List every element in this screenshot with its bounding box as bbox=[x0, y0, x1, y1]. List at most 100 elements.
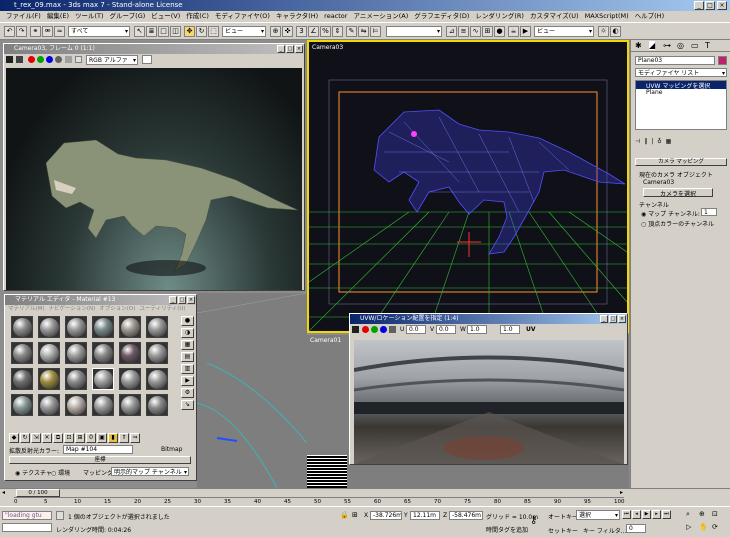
next-frame-icon[interactable]: ▸ bbox=[652, 510, 661, 519]
show-map-icon[interactable]: ▣ bbox=[97, 433, 107, 443]
get-material-icon[interactable]: ◆ bbox=[9, 433, 19, 443]
maximize-button[interactable]: □ bbox=[705, 1, 715, 10]
render-type-combo[interactable]: ビュー bbox=[534, 26, 594, 37]
sample-type-icon[interactable]: ● bbox=[181, 316, 194, 326]
left-viewport[interactable] bbox=[197, 293, 307, 488]
key-filter-button[interactable]: キー フィルタ... bbox=[583, 526, 627, 535]
uvw-red-icon[interactable] bbox=[362, 326, 369, 333]
w-field[interactable]: 1.0 bbox=[467, 325, 487, 334]
preview-icon[interactable]: ▶ bbox=[181, 376, 194, 386]
lock-selection-icon[interactable]: 🔒 bbox=[340, 511, 349, 519]
go-to-start-icon[interactable]: ⏮ bbox=[622, 510, 631, 519]
sample-slot[interactable] bbox=[146, 342, 168, 364]
select-icon[interactable]: ↖ bbox=[134, 26, 145, 37]
time-slider[interactable]: 0 / 100 bbox=[16, 489, 60, 497]
add-time-tag[interactable]: 時間タグを追加 bbox=[486, 525, 528, 534]
clone-icon[interactable] bbox=[16, 56, 23, 63]
uvw-green-icon[interactable] bbox=[371, 326, 378, 333]
channel-select[interactable]: RGB アルファ bbox=[86, 55, 138, 65]
material-menu-item[interactable]: ユーティリティ(U) bbox=[139, 305, 185, 314]
sample-slot[interactable] bbox=[38, 368, 60, 390]
rect-select-icon[interactable]: □ bbox=[158, 26, 169, 37]
make-copy-icon[interactable]: ⧉ bbox=[53, 433, 63, 443]
activeshade-icon[interactable]: ◐ bbox=[610, 26, 621, 37]
frame-window-title-bar[interactable]: Camera03, フレーム 0 (1:1) _ □ × bbox=[4, 44, 304, 54]
modify-tab-icon[interactable]: ◢ bbox=[649, 41, 656, 50]
mirror-icon[interactable]: ⇋ bbox=[358, 26, 369, 37]
pan-icon[interactable]: ✋ bbox=[699, 523, 711, 534]
uvw-alpha-icon[interactable] bbox=[389, 326, 396, 333]
sample-slot[interactable] bbox=[146, 394, 168, 416]
named-selection-icon[interactable]: ✎ bbox=[346, 26, 357, 37]
uvw-save-icon[interactable] bbox=[352, 326, 359, 333]
frame-close-button[interactable]: × bbox=[295, 45, 303, 53]
uvw-close-button[interactable]: × bbox=[618, 315, 626, 323]
material-effects-icon[interactable]: 0 bbox=[86, 433, 96, 443]
sample-slot[interactable] bbox=[38, 394, 60, 416]
assign-material-icon[interactable]: ⇲ bbox=[31, 433, 41, 443]
select-by-material-icon[interactable]: ⇘ bbox=[181, 400, 194, 410]
scale-icon[interactable]: ⬚ bbox=[208, 26, 219, 37]
object-color-swatch[interactable] bbox=[718, 56, 727, 65]
menu-item[interactable]: カスタマイズ(U) bbox=[530, 11, 579, 22]
sample-slot[interactable] bbox=[11, 368, 33, 390]
sample-slot[interactable] bbox=[92, 342, 114, 364]
y-coord-field[interactable]: 12.11m bbox=[410, 511, 440, 520]
uv-tiling-icon[interactable]: ▤ bbox=[181, 352, 194, 362]
make-unique-stack-icon[interactable]: | bbox=[651, 138, 653, 148]
time-slider-left-arrow[interactable]: ◂ bbox=[2, 489, 5, 496]
uvw-blue-icon[interactable] bbox=[380, 326, 387, 333]
percent-snap-icon[interactable]: % bbox=[320, 26, 331, 37]
rotate-icon[interactable]: ↻ bbox=[196, 26, 207, 37]
uvw-minimize-button[interactable]: _ bbox=[600, 315, 608, 323]
material-menu-item[interactable]: オプション(O) bbox=[99, 305, 135, 314]
configure-sets-icon[interactable]: ▦ bbox=[666, 138, 672, 148]
move-icon[interactable]: ✥ bbox=[184, 26, 195, 37]
named-selection-sets[interactable] bbox=[386, 26, 442, 37]
fov-icon[interactable]: ▷ bbox=[686, 523, 698, 534]
clear-icon[interactable] bbox=[75, 56, 82, 63]
pin-stack-icon[interactable]: ⊣ bbox=[635, 138, 640, 148]
schematic-view-icon[interactable]: ⊞ bbox=[482, 26, 493, 37]
orbit-icon[interactable]: ⟳ bbox=[712, 523, 724, 534]
uvw-window[interactable]: UVW/ロケーション配置を指定 (1:4) _ □ × U 0.0 V 0.0 W … bbox=[349, 313, 628, 465]
manipulate-icon[interactable]: ✜ bbox=[282, 26, 293, 37]
menu-item[interactable]: ヘルプ(H) bbox=[635, 11, 664, 22]
auto-key-label[interactable]: オートキー bbox=[548, 512, 578, 521]
uvw-window-title-bar[interactable]: UVW/ロケーション配置を指定 (1:4) _ □ × bbox=[350, 314, 627, 324]
material-editor-window[interactable]: マテリアル エディタ - Material #13 _ □ × マテリアル(M) ナビ… bbox=[4, 294, 197, 481]
current-frame-field[interactable]: 0 bbox=[626, 524, 646, 533]
maxscript-listener[interactable]: "loading gtu bbox=[2, 511, 52, 520]
sample-slot[interactable] bbox=[65, 316, 87, 338]
create-tab-icon[interactable]: ✱ bbox=[635, 41, 642, 50]
reset-map-icon[interactable]: ✕ bbox=[42, 433, 52, 443]
menu-item[interactable]: ツール(T) bbox=[75, 11, 104, 22]
background-icon[interactable]: ▦ bbox=[181, 340, 194, 350]
map-channel-field[interactable]: 1 bbox=[701, 208, 717, 216]
go-forward-icon[interactable]: ⇒ bbox=[130, 433, 140, 443]
x-coord-field[interactable]: -38.726m bbox=[370, 511, 402, 520]
absolute-mode-icon[interactable]: ⊞ bbox=[352, 511, 358, 519]
select-by-name-icon[interactable]: ≣ bbox=[146, 26, 157, 37]
menu-item[interactable]: ファイル(F) bbox=[6, 11, 41, 22]
camera-mapping-rollout[interactable]: カメラ マッピング bbox=[635, 158, 727, 166]
reference-coordinate[interactable]: ビュー bbox=[222, 26, 266, 37]
align-icon[interactable]: ⊨ bbox=[370, 26, 381, 37]
menu-item[interactable]: キャラクタ(H) bbox=[276, 11, 318, 22]
put-to-library-icon[interactable]: ⊞ bbox=[75, 433, 85, 443]
menu-item[interactable]: MAXScript(M) bbox=[585, 11, 629, 22]
save-image-icon[interactable] bbox=[6, 56, 13, 63]
camera-viewport[interactable]: Camera03 bbox=[307, 40, 629, 333]
sample-slot[interactable] bbox=[38, 316, 60, 338]
link-icon[interactable]: ⚭ bbox=[30, 26, 41, 37]
spinner-snap-icon[interactable]: ⇕ bbox=[332, 26, 343, 37]
mirror-tool-icon[interactable]: ⊿ bbox=[446, 26, 457, 37]
menu-item[interactable]: モディファイヤ(O) bbox=[215, 11, 270, 22]
zoom-icon[interactable]: ⌕ bbox=[686, 510, 698, 522]
sample-slot[interactable] bbox=[92, 368, 114, 390]
sample-slot[interactable] bbox=[92, 316, 114, 338]
sample-slot[interactable] bbox=[11, 342, 33, 364]
menu-item[interactable]: 編集(E) bbox=[47, 11, 69, 22]
map-channel-radio[interactable]: ◉ マップ チャンネル: bbox=[641, 209, 700, 218]
uvw-maximize-button[interactable]: □ bbox=[609, 315, 617, 323]
